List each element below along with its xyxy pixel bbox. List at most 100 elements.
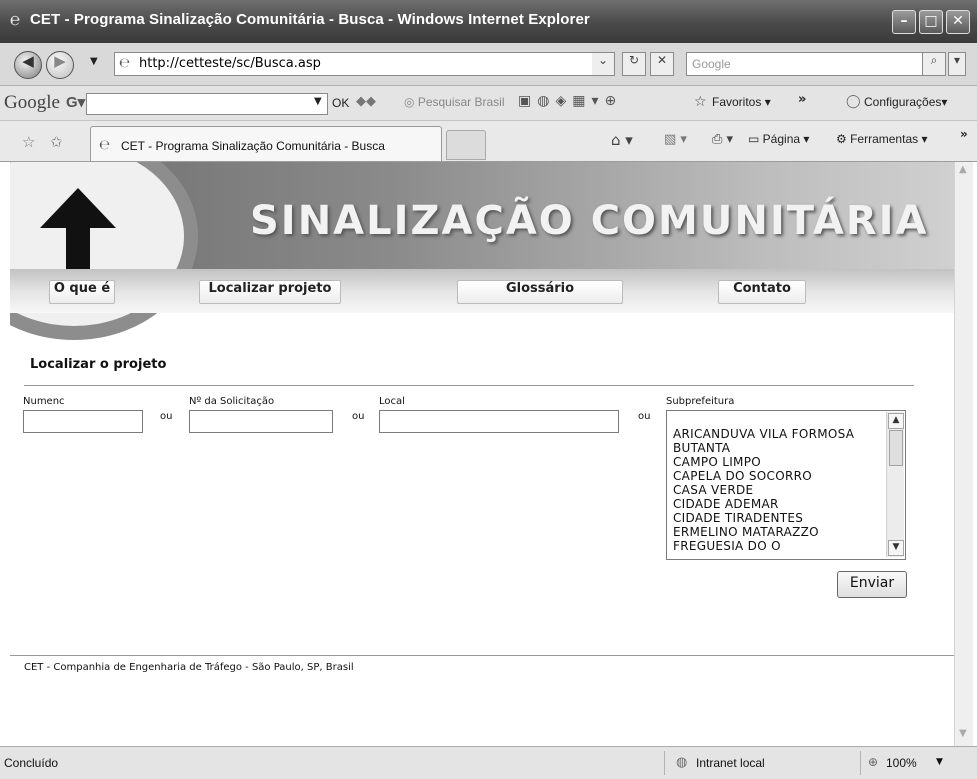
- stop-button[interactable]: ✕: [650, 52, 674, 76]
- toolbar-buttons-icons[interactable]: ▣◍◈▦▾⊕: [518, 93, 622, 109]
- google-search-input[interactable]: [86, 93, 328, 115]
- star-icon[interactable]: ☆: [694, 94, 707, 110]
- settings-icon: ◯: [846, 94, 861, 109]
- window-title: CET - Programa Sinalização Comunitária -…: [30, 11, 590, 28]
- status-text: Concluído: [4, 756, 59, 770]
- google-dropdown-icon[interactable]: ▼: [314, 96, 322, 107]
- ou-label: ou: [160, 411, 173, 422]
- settings-menu[interactable]: Configurações▾: [864, 95, 947, 109]
- google-search-label: Pesquisar Brasil: [417, 95, 505, 109]
- search-input[interactable]: Google: [686, 52, 946, 76]
- zone-text: Intranet local: [696, 756, 765, 770]
- list-item[interactable]: CAMPO LIMPO: [673, 455, 854, 469]
- overflow-chevron-icon[interactable]: »: [960, 127, 968, 141]
- zoom-icon[interactable]: ⊕: [868, 755, 878, 769]
- list-item[interactable]: CASA VERDE: [673, 483, 854, 497]
- enviar-button[interactable]: Enviar: [837, 571, 907, 598]
- favorites-menu[interactable]: Favoritos ▾: [712, 95, 771, 109]
- refresh-button[interactable]: ↻: [622, 52, 646, 76]
- status-bar: Concluído ◍ Intranet local ⊕ 100% ▼: [0, 746, 977, 779]
- divider: [860, 751, 861, 775]
- ou-label: ou: [352, 411, 365, 422]
- page-rank-icon: ◆◆: [356, 94, 376, 109]
- local-field[interactable]: [379, 410, 619, 433]
- divider: [24, 385, 914, 386]
- list-item[interactable]: CIDADE TIRADENTES: [673, 511, 854, 525]
- url-text: http://cetteste/sc/Busca.asp: [139, 56, 321, 71]
- url-dropdown-button[interactable]: ⌄: [592, 52, 615, 76]
- search-placeholder: Google: [692, 57, 731, 71]
- arrow-shaft: [66, 226, 90, 269]
- ou-label: ou: [638, 411, 651, 422]
- intranet-icon: ◍: [676, 755, 688, 770]
- minimize-button[interactable]: –: [892, 10, 916, 34]
- home-icon[interactable]: ⌂ ▾: [611, 131, 633, 149]
- scroll-up-icon[interactable]: ▲: [888, 413, 904, 429]
- page-scrollbar[interactable]: ▲ ▼: [954, 162, 973, 746]
- back-button[interactable]: ◀: [14, 51, 42, 79]
- banner-heading: SINALIZAÇÃO COMUNITÁRIA: [250, 198, 929, 244]
- new-tab-button[interactable]: [446, 130, 486, 160]
- google-menu-icon[interactable]: G▾: [66, 93, 85, 111]
- scroll-down-icon[interactable]: ▼: [959, 728, 967, 739]
- nav-contato[interactable]: Contato: [718, 280, 806, 304]
- scroll-up-icon[interactable]: ▲: [959, 164, 967, 175]
- solicitacao-field[interactable]: [189, 410, 333, 433]
- google-toolbar: Google G▾ ▼ OK ◆◆ ◎ Pesquisar Brasil ▣◍◈…: [0, 86, 977, 121]
- tab-title: CET - Programa Sinalização Comunitária -…: [121, 139, 385, 153]
- google-logo: Google: [4, 92, 60, 113]
- listbox-scrollbar[interactable]: ▲ ▼: [886, 412, 904, 557]
- print-icon[interactable]: ⎙ ▾: [712, 132, 733, 147]
- close-button[interactable]: ✕: [946, 10, 970, 34]
- settings-label: Configurações: [864, 95, 942, 109]
- more-chevron-icon[interactable]: »: [798, 92, 806, 107]
- footer-divider: [10, 655, 954, 656]
- list-item[interactable]: BUTANTA: [673, 441, 854, 455]
- list-item[interactable]: ERMELINO MATARAZZO: [673, 525, 854, 539]
- search-options-icon[interactable]: ▾: [948, 52, 966, 76]
- local-label: Local: [379, 396, 405, 407]
- recent-pages-dropdown-icon[interactable]: ▼: [90, 56, 98, 67]
- numenc-label: Numenc: [23, 396, 65, 407]
- ie-logo-icon: ℮: [10, 10, 21, 30]
- feeds-icon[interactable]: ▧ ▾: [664, 132, 687, 147]
- tools-menu[interactable]: ⚙ Ferramentas ▾: [836, 132, 927, 146]
- list-item[interactable]: CAPELA DO SOCORRO: [673, 469, 854, 483]
- subprefeitura-listbox[interactable]: ARICANDUVA VILA FORMOSA BUTANTA CAMPO LI…: [666, 410, 906, 560]
- scroll-thumb[interactable]: [889, 430, 903, 466]
- page-menu-label: Página: [762, 132, 801, 146]
- subprefeitura-options: ARICANDUVA VILA FORMOSA BUTANTA CAMPO LI…: [673, 427, 854, 553]
- numenc-field[interactable]: [23, 410, 143, 433]
- subprefeitura-label: Subprefeitura: [666, 396, 735, 407]
- nav-localizar-projeto[interactable]: Localizar projeto: [199, 280, 341, 304]
- scroll-down-icon[interactable]: ▼: [888, 540, 904, 556]
- search-icon[interactable]: ⌕: [922, 52, 946, 76]
- site-nav: O que é Localizar projeto Glossário Cont…: [10, 269, 954, 313]
- solicitacao-label: Nº da Solicitação: [189, 396, 275, 407]
- tab-busca[interactable]: ℮ CET - Programa Sinalização Comunitária…: [90, 126, 442, 161]
- list-item[interactable]: FREGUESIA DO O: [673, 539, 854, 553]
- address-toolbar: ◀ ▶ ▼ ℮ http://cetteste/sc/Busca.asp ⌄ ↻…: [0, 43, 977, 86]
- page-menu[interactable]: ▭ Página ▾: [748, 132, 809, 146]
- list-item[interactable]: CIDADE ADEMAR: [673, 497, 854, 511]
- google-ok-button[interactable]: OK: [332, 96, 349, 110]
- page-content: SINALIZAÇÃO COMUNITÁRIA O que é Localiza…: [10, 162, 954, 746]
- window-title-bar: ℮ CET - Programa Sinalização Comunitária…: [0, 0, 977, 43]
- zoom-level[interactable]: 100%: [886, 756, 917, 770]
- zoom-dropdown-icon[interactable]: ▼: [936, 757, 943, 767]
- arrow-up-icon: [40, 188, 116, 228]
- url-field[interactable]: ℮ http://cetteste/sc/Busca.asp: [114, 52, 606, 76]
- list-item[interactable]: ARICANDUVA VILA FORMOSA: [673, 427, 854, 441]
- favorites-label: Favoritos: [712, 95, 762, 109]
- add-favorites-icon[interactable]: ✩: [50, 133, 63, 151]
- favorites-center-icon[interactable]: ☆: [22, 133, 35, 151]
- maximize-button[interactable]: □: [919, 10, 943, 34]
- site-banner: SINALIZAÇÃO COMUNITÁRIA: [10, 162, 954, 340]
- nav-glossario[interactable]: Glossário: [457, 280, 623, 304]
- tab-page-icon: ℮: [99, 138, 111, 153]
- tools-menu-label: Ferramentas: [850, 132, 919, 146]
- google-search-button[interactable]: ◎ Pesquisar Brasil: [404, 95, 505, 109]
- nav-o-que-e[interactable]: O que é: [49, 280, 115, 304]
- page-icon: ℮: [119, 56, 131, 71]
- forward-button[interactable]: ▶: [46, 51, 74, 79]
